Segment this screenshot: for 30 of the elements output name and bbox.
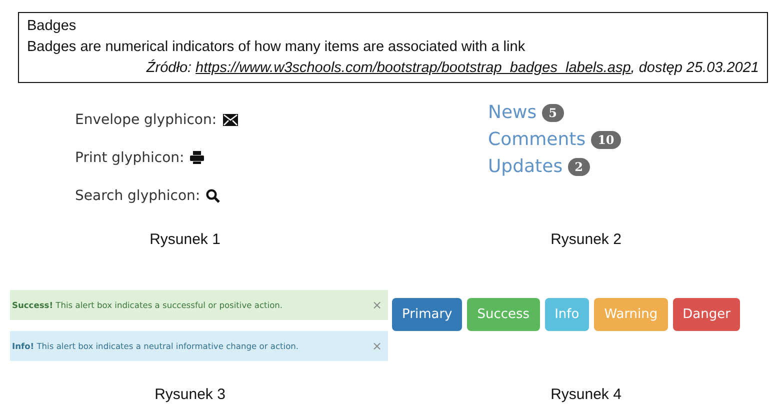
citation-date: , dostęp 25.03.2021 [630, 60, 759, 76]
nav-link[interactable]: Comments [488, 129, 586, 150]
color-button[interactable]: Danger [672, 298, 740, 331]
count-badge: 2 [568, 158, 590, 176]
nav-link[interactable]: Updates [488, 156, 563, 177]
close-button[interactable]: × [372, 298, 382, 312]
figure-caption: Rysunek 2 [550, 231, 622, 250]
color-button[interactable]: Info [544, 298, 590, 331]
citation-label: Źródło: [146, 60, 192, 76]
search-icon [206, 188, 220, 202]
alert-message: Success! This alert box indicates a successful or positive action. [12, 300, 283, 310]
glyphicon-label: Envelope glyphicon: [75, 112, 217, 128]
count-badge: 10 [590, 130, 622, 148]
color-button[interactable]: Success [467, 298, 540, 331]
figure-caption: Rysunek 4 [550, 386, 622, 405]
color-button[interactable]: Warning [594, 298, 668, 331]
source-description: Badges are numerical indicators of how many items are associated with a link [27, 38, 526, 57]
nav-link[interactable]: News [488, 102, 537, 123]
alert-message: Info! This alert box indicates a neutral informative change or action. [12, 341, 299, 351]
figure-caption: Rysunek 3 [154, 386, 226, 405]
printer-icon [190, 151, 204, 164]
source-link[interactable]: https://www.w3schools.com/bootstrap/bootstrap_badges_labels.asp [196, 60, 631, 76]
close-button[interactable]: × [372, 339, 382, 353]
envelope-icon [222, 114, 238, 126]
source-title: Badges [27, 17, 78, 36]
glyphicon-label: Print glyphicon: [75, 150, 184, 166]
glyphicon-label: Search glyphicon: [75, 188, 200, 204]
count-badge: 5 [542, 104, 564, 122]
figure-caption: Rysunek 1 [150, 231, 220, 250]
color-button[interactable]: Primary [392, 298, 462, 331]
